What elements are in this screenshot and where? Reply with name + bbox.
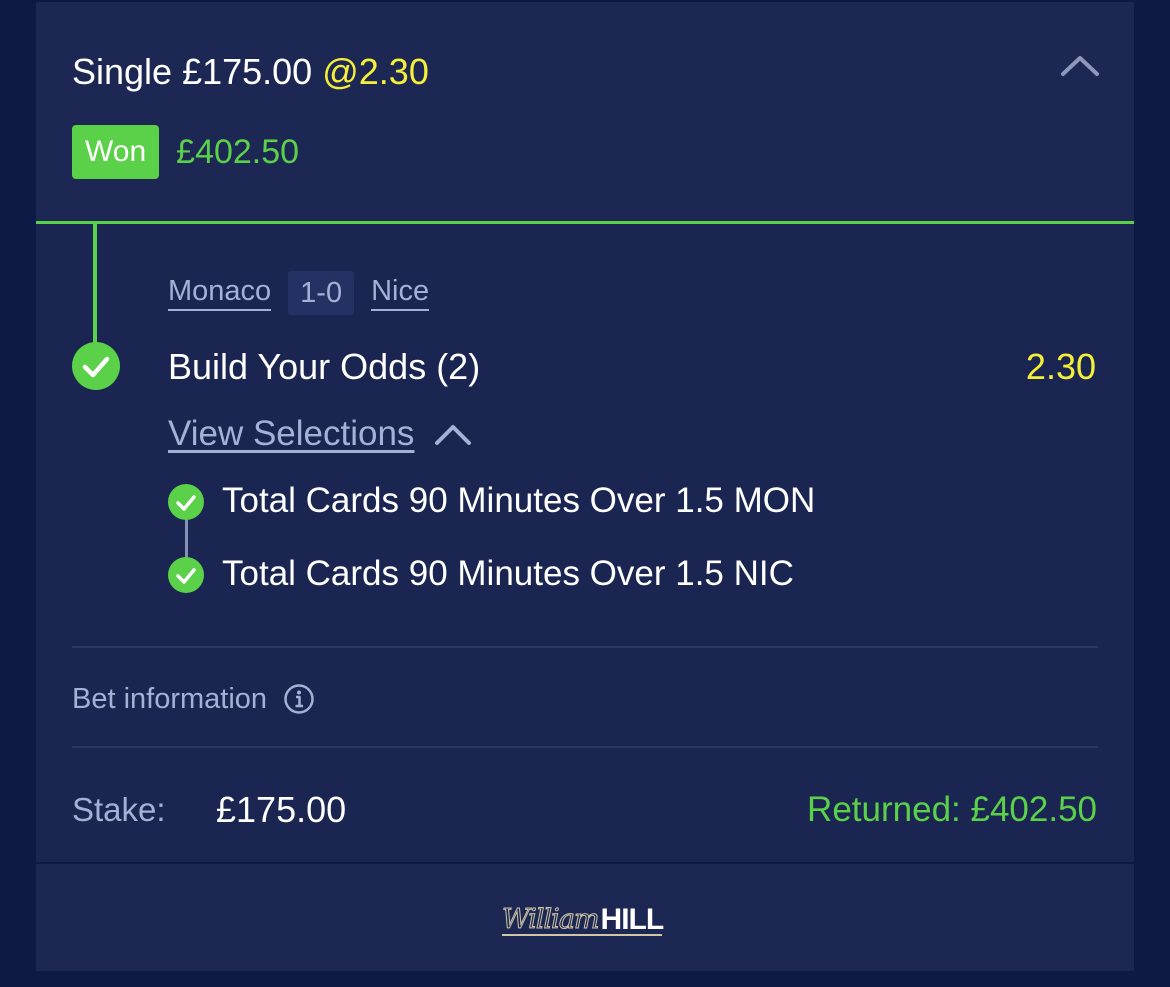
bet-card-header[interactable]: Single £175.00 @2.30 Won £402.50 [36, 2, 1134, 221]
bet-information-label: Bet information [72, 682, 268, 715]
selection-connector [185, 516, 188, 558]
away-team-link[interactable]: Nice [371, 275, 430, 311]
view-selections-label: View Selections [168, 414, 415, 453]
selection-check [168, 484, 204, 520]
result-row: Won £402.50 [72, 125, 299, 179]
selection-item: Total Cards 90 Minutes Over 1.5 NIC [222, 554, 794, 593]
market-name: Build Your Odds (2) [168, 346, 481, 387]
selection-item: Total Cards 90 Minutes Over 1.5 MON [222, 481, 816, 520]
section-divider [72, 746, 1098, 748]
market-odds: 2.30 [1025, 346, 1096, 387]
selection-check [168, 557, 204, 593]
check-icon [176, 568, 196, 584]
logo-script: William [502, 904, 601, 936]
chevron-up-icon [435, 425, 472, 445]
match-row: Monaco 1-0 Nice [168, 270, 430, 316]
home-team-link[interactable]: Monaco [168, 275, 272, 311]
section-divider [72, 646, 1098, 648]
timeline-line [93, 224, 97, 346]
leg-won-check [72, 342, 120, 390]
match-score: 1-0 [288, 271, 355, 315]
bet-title-text: Single £175.00 [72, 51, 313, 92]
check-icon [82, 356, 110, 378]
status-badge: Won [72, 125, 160, 179]
bet-card: Single £175.00 @2.30 Won £402.50 Monaco … [36, 2, 1134, 862]
won-amount: £402.50 [176, 132, 300, 171]
result-divider [36, 221, 1134, 224]
returned-amount: Returned: £402.50 [807, 790, 1097, 829]
stake-value: £175.00 [216, 789, 347, 830]
logo-underline [502, 934, 662, 936]
view-selections-toggle[interactable]: View Selections [168, 410, 472, 458]
logo-bold: HILL [600, 903, 665, 936]
page: Single £175.00 @2.30 Won £402.50 Monaco … [0, 0, 1170, 987]
chevron-up-icon [1061, 56, 1099, 76]
bet-information-toggle[interactable]: Bet information [72, 677, 315, 721]
collapse-button[interactable] [1060, 50, 1100, 80]
info-icon [284, 684, 314, 714]
check-icon [176, 495, 196, 511]
bet-title: Single £175.00 @2.30 [72, 50, 429, 94]
bet-title-odds: @2.30 [322, 51, 429, 92]
william-hill-logo: William HILL [502, 900, 665, 936]
footer: William HILL [36, 864, 1134, 971]
stake-label: Stake: [72, 791, 166, 828]
